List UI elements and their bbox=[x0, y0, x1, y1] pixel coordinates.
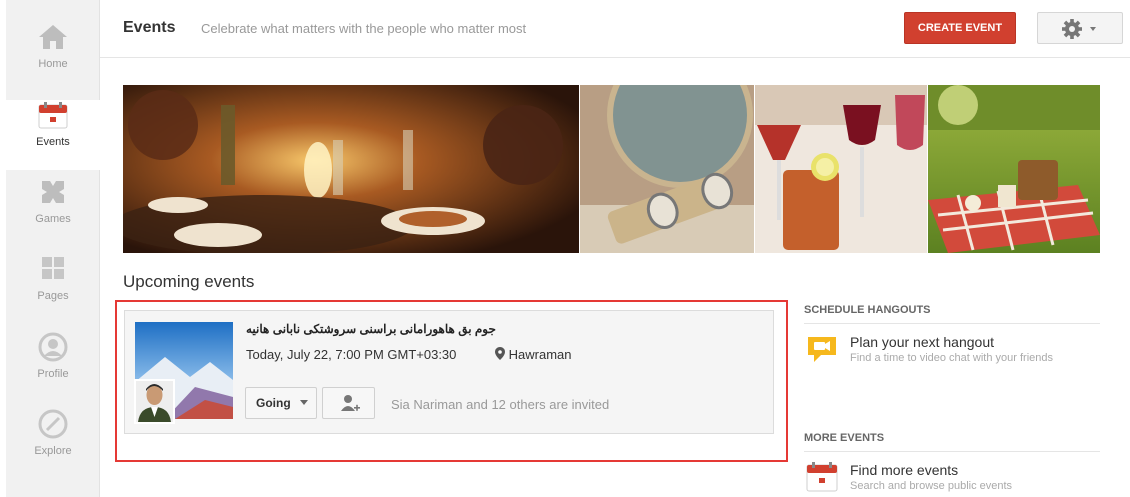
invited-summary: Sia Nariman and 12 others are invited bbox=[391, 397, 610, 412]
divider bbox=[804, 451, 1100, 452]
event-card[interactable]: جوم بق هاهورامانی براسنی سروشتکی نابانی … bbox=[124, 310, 774, 434]
page-title: Events bbox=[123, 19, 176, 36]
rsvp-going-button[interactable]: Going bbox=[245, 387, 317, 419]
upcoming-events-heading: Upcoming events bbox=[123, 272, 255, 291]
gear-icon bbox=[1062, 19, 1096, 39]
divider bbox=[804, 323, 1100, 324]
nav-label-explore: Explore bbox=[34, 445, 72, 457]
nav-label-games: Games bbox=[35, 213, 71, 225]
banner-photo-binoculars bbox=[580, 85, 754, 253]
create-event-button[interactable]: CREATE EVENT bbox=[904, 12, 1016, 44]
add-person-icon bbox=[341, 395, 360, 411]
settings-button[interactable] bbox=[1037, 12, 1123, 44]
page-tagline: Celebrate what matters with the people w… bbox=[201, 21, 527, 36]
chevron-down-icon bbox=[300, 400, 309, 405]
compass-icon bbox=[38, 409, 68, 439]
calendar-icon[interactable] bbox=[805, 461, 839, 493]
profile-icon bbox=[38, 332, 68, 362]
plan-hangout-link[interactable]: Plan your next hangout bbox=[850, 334, 994, 350]
nav-item-home[interactable]: Home bbox=[6, 22, 100, 92]
hangout-icon[interactable] bbox=[805, 333, 839, 365]
plan-hangout-subtext: Find a time to video chat with your frie… bbox=[850, 352, 1053, 364]
nav-label-pages: Pages bbox=[37, 290, 69, 302]
banner-photo-dinner bbox=[123, 85, 579, 253]
location-pin-icon bbox=[495, 347, 505, 360]
nav-label-home: Home bbox=[38, 58, 68, 70]
event-title[interactable]: جوم بق هاهورامانی براسنی سروشتکی نابانی … bbox=[246, 322, 496, 336]
banner-photo-drinks bbox=[755, 85, 927, 253]
nav-item-events[interactable]: Events bbox=[6, 100, 109, 170]
schedule-hangouts-heading: SCHEDULE HANGOUTS bbox=[804, 304, 931, 316]
banner-photo-picnic bbox=[928, 85, 1100, 253]
nav-item-pages[interactable]: Pages bbox=[6, 254, 100, 324]
left-nav: Home Events Games Pages Profile Explore bbox=[6, 0, 109, 497]
nav-item-explore[interactable]: Explore bbox=[6, 409, 100, 479]
page-header: Events Celebrate what matters with the p… bbox=[100, 0, 1130, 58]
more-events-heading: MORE EVENTS bbox=[804, 432, 885, 444]
event-datetime: Today, July 22, 7:00 PM GMT+03:30 bbox=[246, 347, 457, 362]
calendar-icon bbox=[38, 102, 68, 129]
games-icon bbox=[42, 181, 64, 203]
avatar bbox=[134, 379, 175, 424]
events-banner bbox=[123, 85, 1100, 253]
invite-people-button[interactable] bbox=[322, 387, 375, 419]
event-location: Hawraman bbox=[495, 347, 571, 362]
find-more-events-subtext: Search and browse public events bbox=[850, 480, 1013, 492]
nav-label-events: Events bbox=[36, 136, 70, 148]
find-more-events-link[interactable]: Find more events bbox=[850, 462, 958, 478]
pages-icon bbox=[42, 257, 64, 279]
home-icon bbox=[39, 25, 67, 49]
nav-item-profile[interactable]: Profile bbox=[6, 332, 100, 402]
nav-label-profile: Profile bbox=[37, 368, 69, 380]
nav-item-games[interactable]: Games bbox=[6, 177, 100, 247]
chevron-down-icon bbox=[1090, 27, 1096, 31]
event-location-label: Hawraman bbox=[508, 347, 572, 362]
rsvp-label: Going bbox=[256, 396, 291, 410]
